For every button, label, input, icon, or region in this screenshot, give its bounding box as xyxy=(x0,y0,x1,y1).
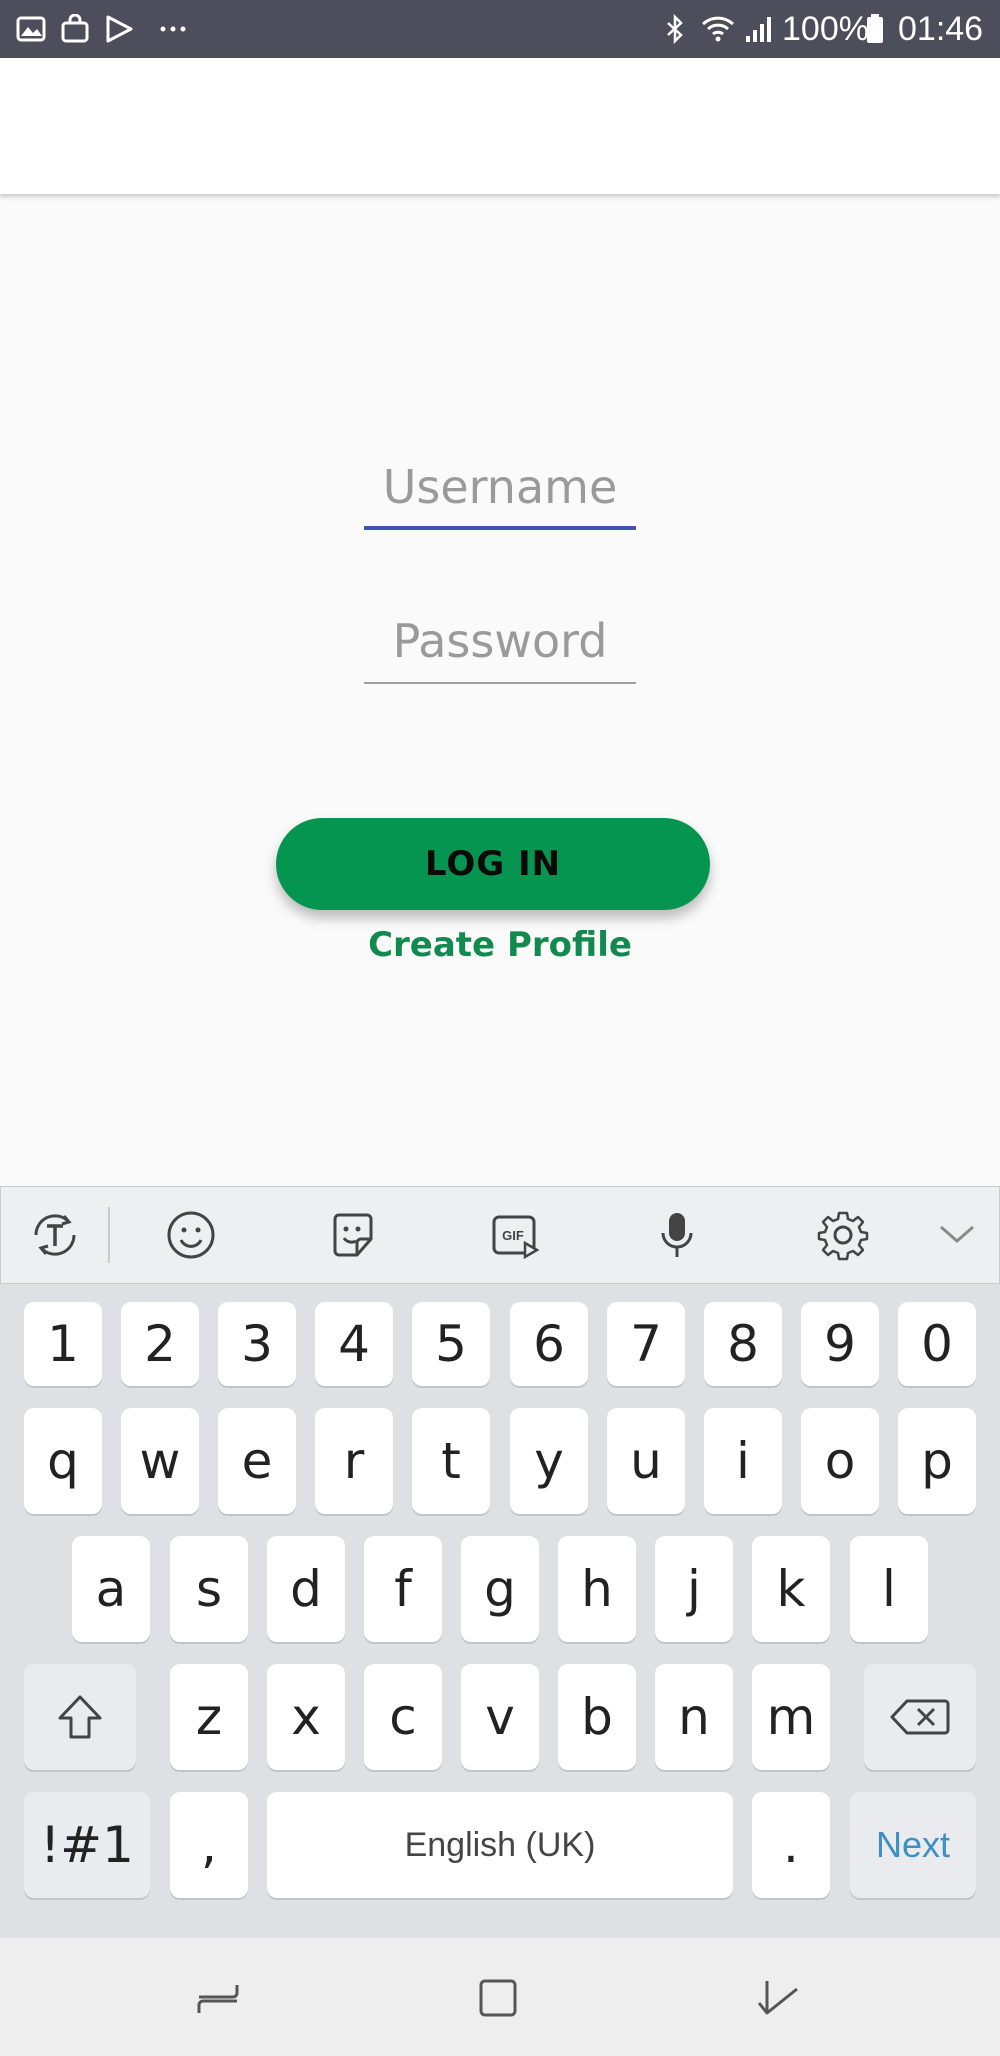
key-7[interactable]: 7 xyxy=(607,1302,685,1386)
shift-key[interactable] xyxy=(24,1664,136,1770)
key-s[interactable]: s xyxy=(170,1536,248,1642)
key-o[interactable]: o xyxy=(801,1408,879,1514)
bluetooth-icon xyxy=(667,14,683,44)
key-l[interactable]: l xyxy=(850,1536,928,1642)
username-placeholder: Username xyxy=(382,460,618,514)
key-z[interactable]: z xyxy=(170,1664,248,1770)
backspace-icon xyxy=(890,1699,950,1735)
gif-icon[interactable]: GIF xyxy=(485,1205,545,1265)
keyboard-toolbar: GIF xyxy=(0,1186,1000,1284)
keyboard: 1 2 3 4 5 6 7 8 9 0 q w e r t y u i o p … xyxy=(0,1284,1000,1938)
key-i[interactable]: i xyxy=(704,1408,782,1514)
shift-arrow-icon xyxy=(58,1695,102,1739)
key-d[interactable]: d xyxy=(267,1536,345,1642)
key-u[interactable]: u xyxy=(607,1408,685,1514)
battery-icon xyxy=(867,14,883,43)
key-r[interactable]: r xyxy=(315,1408,393,1514)
toolbar-separator xyxy=(108,1207,110,1263)
key-3[interactable]: 3 xyxy=(218,1302,296,1386)
key-a[interactable]: a xyxy=(72,1536,150,1642)
password-underline xyxy=(364,682,636,684)
key-b[interactable]: b xyxy=(558,1664,636,1770)
key-w[interactable]: w xyxy=(121,1408,199,1514)
gallery-icon xyxy=(16,16,46,42)
settings-icon[interactable] xyxy=(813,1205,873,1265)
wifi-icon xyxy=(701,16,735,42)
period-key[interactable]: . xyxy=(752,1792,830,1898)
key-p[interactable]: p xyxy=(898,1408,976,1514)
home-icon[interactable] xyxy=(468,1968,528,2028)
status-bar: 100% 01:46 xyxy=(0,0,1000,58)
password-placeholder: Password xyxy=(392,614,608,668)
svg-text:GIF: GIF xyxy=(502,1228,524,1243)
create-profile-link[interactable]: Create Profile xyxy=(300,925,700,965)
key-k[interactable]: k xyxy=(752,1536,830,1642)
more-dots-icon xyxy=(160,26,186,32)
username-field[interactable]: Username xyxy=(364,460,636,530)
recent-apps-icon[interactable] xyxy=(188,1968,248,2028)
navigation-bar xyxy=(0,1938,1000,2056)
app-bar xyxy=(0,58,1000,194)
symbols-key[interactable]: !#1 xyxy=(24,1792,150,1898)
key-t[interactable]: t xyxy=(412,1408,490,1514)
key-j[interactable]: j xyxy=(655,1536,733,1642)
key-4[interactable]: 4 xyxy=(315,1302,393,1386)
next-key[interactable]: Next xyxy=(850,1792,976,1898)
screen: 100% 01:46 Username Password LOG IN Crea… xyxy=(0,0,1000,2056)
key-f[interactable]: f xyxy=(364,1536,442,1642)
username-underline xyxy=(364,526,636,530)
sticker-icon[interactable] xyxy=(323,1205,383,1265)
key-8[interactable]: 8 xyxy=(704,1302,782,1386)
key-q[interactable]: q xyxy=(24,1408,102,1514)
backspace-key[interactable] xyxy=(864,1664,976,1770)
space-label: English (UK) xyxy=(404,1825,596,1864)
key-g[interactable]: g xyxy=(461,1536,539,1642)
key-0[interactable]: 0 xyxy=(898,1302,976,1386)
key-9[interactable]: 9 xyxy=(801,1302,879,1386)
key-h[interactable]: h xyxy=(558,1536,636,1642)
back-icon[interactable] xyxy=(748,1968,808,2028)
key-2[interactable]: 2 xyxy=(121,1302,199,1386)
key-m[interactable]: m xyxy=(752,1664,830,1770)
key-c[interactable]: c xyxy=(364,1664,442,1770)
battery-percent: 100% xyxy=(782,10,869,48)
shopping-bag-icon xyxy=(61,14,89,43)
play-store-icon xyxy=(106,15,133,43)
clock: 01:46 xyxy=(898,10,984,48)
space-key[interactable]: English (UK) xyxy=(267,1792,733,1898)
microphone-icon[interactable] xyxy=(647,1205,707,1265)
key-n[interactable]: n xyxy=(655,1664,733,1770)
key-v[interactable]: v xyxy=(461,1664,539,1770)
login-button[interactable]: LOG IN xyxy=(276,818,710,910)
emoji-icon[interactable] xyxy=(161,1205,221,1265)
key-y[interactable]: y xyxy=(510,1408,588,1514)
key-5[interactable]: 5 xyxy=(412,1302,490,1386)
key-1[interactable]: 1 xyxy=(24,1302,102,1386)
translate-icon[interactable] xyxy=(25,1205,85,1265)
password-field[interactable]: Password xyxy=(364,614,636,684)
comma-key[interactable]: , xyxy=(170,1792,248,1898)
chevron-down-icon[interactable] xyxy=(927,1205,987,1265)
signal-icon xyxy=(746,17,771,42)
key-e[interactable]: e xyxy=(218,1408,296,1514)
key-x[interactable]: x xyxy=(267,1664,345,1770)
key-6[interactable]: 6 xyxy=(510,1302,588,1386)
